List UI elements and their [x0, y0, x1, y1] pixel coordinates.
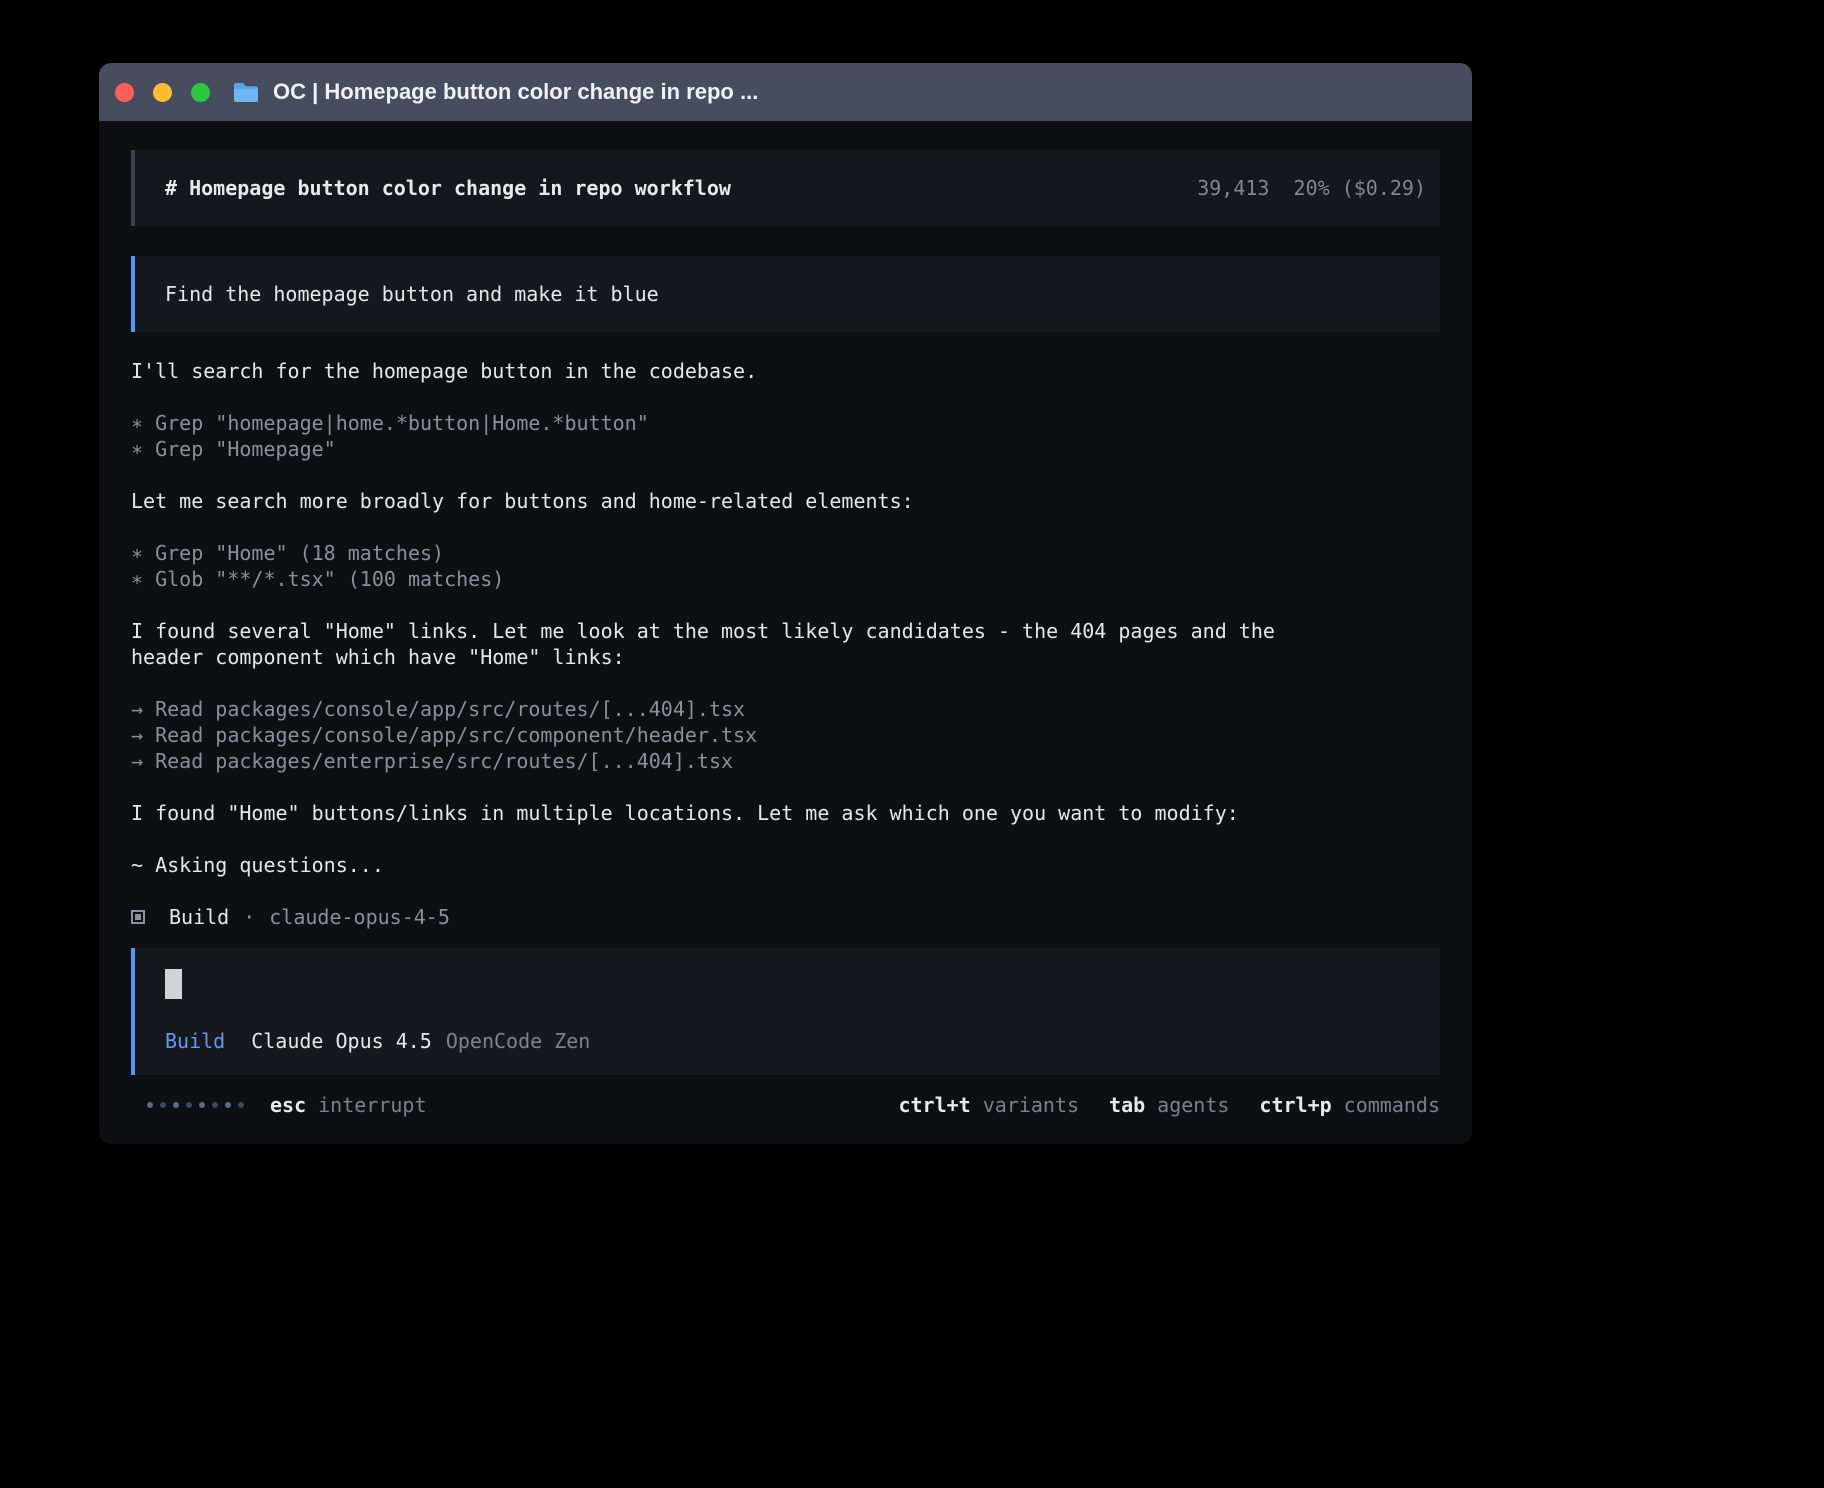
tool-call-line: ∗ Grep "Home" (18 matches)	[131, 540, 1440, 566]
assistant-text-block: Let me search more broadly for buttons a…	[131, 488, 1440, 514]
assistant-text-block: I'll search for the homepage button in t…	[131, 358, 1440, 384]
tool-call-block: ∗ Grep "Home" (18 matches) ∗ Glob "**/*.…	[131, 540, 1440, 592]
prompt-input[interactable]: Build Claude Opus 4.5 OpenCode Zen	[131, 948, 1440, 1075]
provider-name: OpenCode Zen	[446, 1029, 591, 1053]
zoom-button[interactable]	[191, 83, 210, 102]
close-button[interactable]	[115, 83, 134, 102]
read-file-line: → Read packages/enterprise/src/routes/[.…	[131, 748, 1440, 774]
tool-call-line: ∗ Grep "Homepage"	[131, 436, 1440, 462]
folder-icon	[232, 81, 260, 104]
agent-name: Build	[169, 905, 229, 929]
assistant-text-block: ~ Asking questions...	[131, 852, 1440, 878]
session-stats: 39,413 20% ($0.29)	[1197, 176, 1426, 200]
terminal-content: # Homepage button color change in repo w…	[99, 150, 1472, 1119]
assistant-text-block: I found "Home" buttons/links in multiple…	[131, 800, 1440, 826]
keybind-hint-agents: tab agents	[1109, 1093, 1229, 1117]
agent-badge-icon	[131, 910, 145, 924]
assistant-text-block: I found several "Home" links. Let me loo…	[131, 618, 1440, 670]
tool-call-line: ∗ Glob "**/*.tsx" (100 matches)	[131, 566, 1440, 592]
assistant-line: I found several "Home" links. Let me loo…	[131, 618, 1440, 644]
keybind-label: variants	[983, 1093, 1079, 1117]
tool-call-block: → Read packages/console/app/src/routes/[…	[131, 696, 1440, 774]
terminal-window: OC | Homepage button color change in rep…	[99, 63, 1472, 1144]
window-controls	[115, 83, 210, 102]
keybind-hint-variants: ctrl+t variants	[898, 1093, 1079, 1117]
minimize-button[interactable]	[153, 83, 172, 102]
window-title: OC | Homepage button color change in rep…	[273, 79, 758, 105]
keybind-key: ctrl+p	[1259, 1093, 1331, 1117]
status-bar: esc interrupt ctrl+t variants tab agents…	[131, 1091, 1440, 1119]
user-message-text: Find the homepage button and make it blu…	[165, 282, 659, 306]
status-bar-left: esc interrupt	[131, 1093, 427, 1117]
agent-status: Build · claude-opus-4-5	[131, 904, 1440, 930]
agent-separator: ·	[243, 905, 255, 929]
assistant-line: I'll search for the homepage button in t…	[131, 358, 1440, 384]
conversation: I'll search for the homepage button in t…	[131, 358, 1440, 930]
keybind-key: ctrl+t	[898, 1093, 970, 1117]
keybind-hint-commands: ctrl+p commands	[1259, 1093, 1440, 1117]
tool-call-block: ∗ Grep "homepage|home.*button|Home.*butt…	[131, 410, 1440, 462]
keybind-label: agents	[1157, 1093, 1229, 1117]
agent-model: claude-opus-4-5	[269, 905, 450, 929]
status-bar-right: ctrl+t variants tab agents ctrl+p comman…	[898, 1093, 1440, 1117]
esc-key-label: interrupt	[318, 1093, 426, 1117]
input-mode-line: Build Claude Opus 4.5 OpenCode Zen	[165, 1029, 1410, 1053]
text-cursor	[165, 969, 182, 999]
assistant-line: header component which have "Home" links…	[131, 644, 1440, 670]
titlebar[interactable]: OC | Homepage button color change in rep…	[99, 63, 1472, 121]
assistant-line: I found "Home" buttons/links in multiple…	[131, 800, 1440, 826]
session-title: # Homepage button color change in repo w…	[165, 176, 731, 200]
keybind-key: tab	[1109, 1093, 1145, 1117]
model-name[interactable]: Claude Opus 4.5	[251, 1029, 432, 1053]
keybind-label: commands	[1344, 1093, 1440, 1117]
working-status-line: ~ Asking questions...	[131, 852, 1440, 878]
session-header: # Homepage button color change in repo w…	[131, 150, 1440, 226]
spinner-icon	[147, 1102, 244, 1108]
mode-badge[interactable]: Build	[165, 1029, 225, 1053]
tool-call-line: ∗ Grep "homepage|home.*button|Home.*butt…	[131, 410, 1440, 436]
user-message: Find the homepage button and make it blu…	[131, 256, 1440, 332]
read-file-line: → Read packages/console/app/src/routes/[…	[131, 696, 1440, 722]
read-file-line: → Read packages/console/app/src/componen…	[131, 722, 1440, 748]
esc-key-hint: esc	[270, 1093, 306, 1117]
assistant-line: Let me search more broadly for buttons a…	[131, 488, 1440, 514]
